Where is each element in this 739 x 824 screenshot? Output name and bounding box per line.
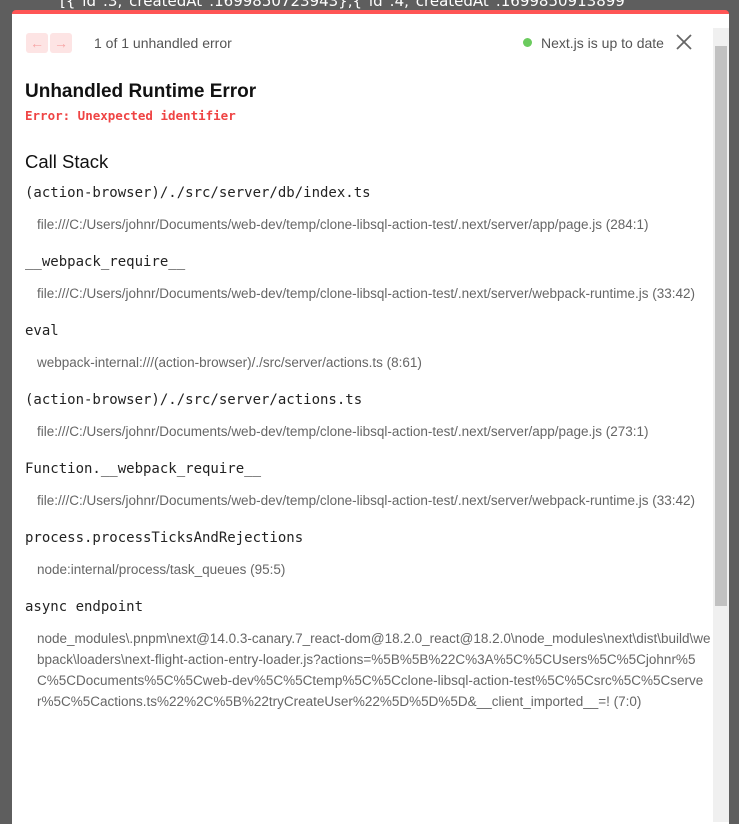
overlay-content: Unhandled Runtime Error Error: Unexpecte… <box>25 80 715 730</box>
stack-frame: __webpack_require__ file:///C:/Users/joh… <box>25 253 715 304</box>
arrow-right-icon: → <box>54 35 68 51</box>
scrollbar-track[interactable] <box>713 28 729 822</box>
scrollbar-thumb[interactable] <box>715 46 727 606</box>
stack-frame: (action-browser)/./src/server/actions.ts… <box>25 391 715 442</box>
stack-frame: Function.__webpack_require__ file:///C:/… <box>25 460 715 511</box>
error-title: Unhandled Runtime Error <box>25 81 257 102</box>
next-error-button[interactable]: → <box>50 33 72 53</box>
stack-frame: async endpoint node_modules\.pnpm\next@1… <box>25 598 715 712</box>
background-output-text: [{"id":3,"createdAt":1699850723943},{"id… <box>60 0 625 10</box>
stack-frame: process.processTicksAndRejections node:i… <box>25 529 715 580</box>
overlay-header: ← → 1 of 1 unhandled error Next.js is up… <box>24 29 714 57</box>
stack-frame-file-link[interactable]: node:internal/process/task_queues (95:5) <box>37 559 715 580</box>
arrow-left-icon: ← <box>30 35 44 51</box>
stack-frame-function: eval <box>25 323 59 339</box>
stack-frame-function: async endpoint <box>25 599 144 615</box>
error-count: 1 of 1 unhandled error <box>94 35 232 51</box>
stack-frame-function: (action-browser)/./src/server/actions.ts <box>25 392 363 408</box>
call-stack-heading: Call Stack <box>25 151 109 172</box>
stack-frame: (action-browser)/./src/server/db/index.t… <box>25 184 715 235</box>
stack-frame-function: Function.__webpack_require__ <box>25 461 262 477</box>
close-icon[interactable] <box>672 30 696 54</box>
stack-frame-function: __webpack_require__ <box>25 254 186 270</box>
stack-frame-function: (action-browser)/./src/server/db/index.t… <box>25 185 371 201</box>
previous-error-button[interactable]: ← <box>26 33 48 53</box>
stack-frame-file-link[interactable]: file:///C:/Users/johnr/Documents/web-dev… <box>37 421 715 442</box>
stack-frame-file-link[interactable]: file:///C:/Users/johnr/Documents/web-dev… <box>37 214 715 235</box>
stack-frame-file-link[interactable]: webpack-internal:///(action-browser)/./s… <box>37 352 715 373</box>
error-message: Error: Unexpected identifier <box>25 108 236 123</box>
stack-frame-file-link[interactable]: file:///C:/Users/johnr/Documents/web-dev… <box>37 283 715 304</box>
stack-frame: eval webpack-internal:///(action-browser… <box>25 322 715 373</box>
status-dot-icon <box>523 38 532 47</box>
call-stack-frames: (action-browser)/./src/server/db/index.t… <box>25 184 715 712</box>
stack-frame-file-link[interactable]: node_modules\.pnpm\next@14.0.3-canary.7_… <box>37 628 715 712</box>
version-status: Next.js is up to date <box>541 35 664 51</box>
stack-frame-function: process.processTicksAndRejections <box>25 530 304 546</box>
error-overlay-dialog: ← → 1 of 1 unhandled error Next.js is up… <box>12 10 729 824</box>
stack-frame-file-link[interactable]: file:///C:/Users/johnr/Documents/web-dev… <box>37 490 715 511</box>
